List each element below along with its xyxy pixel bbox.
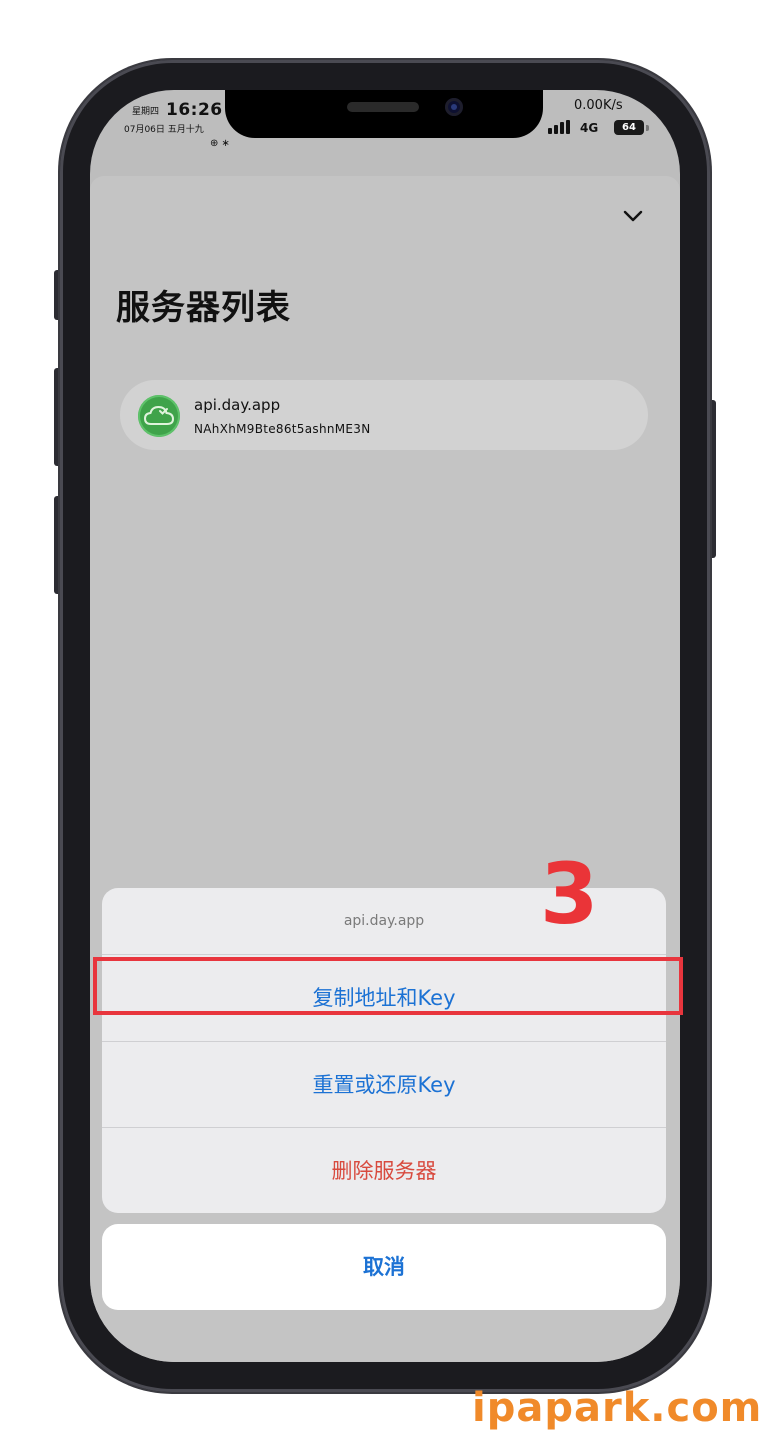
step-number: 3	[540, 845, 599, 943]
server-list-item[interactable]: api.day.app NAhXhM9Bte86t5ashnME3N	[120, 380, 648, 450]
status-icons: ⊕ ∗	[210, 138, 230, 149]
page-title: 服务器列表	[116, 288, 291, 328]
battery-level: 64	[622, 122, 636, 133]
network-speed: 0.00K/s	[574, 98, 623, 113]
status-date: 07月06日 五月十九	[124, 125, 204, 135]
server-avatar	[138, 395, 180, 437]
battery-icon: 64	[614, 120, 644, 135]
cancel-button[interactable]: 取消	[102, 1224, 666, 1310]
status-time: 16:26	[166, 100, 223, 120]
network-type: 4G	[580, 121, 599, 135]
watermark: ipapark.com	[472, 1385, 763, 1431]
server-host: api.day.app	[194, 396, 281, 414]
speaker-grille	[347, 102, 419, 112]
reset-key-button[interactable]: 重置或还原Key	[102, 1042, 666, 1128]
server-list-sheet: 服务器列表 api.day.app NAhXhM9Bte86t5ashnME3N…	[90, 176, 680, 1362]
battery-tip	[646, 125, 649, 131]
front-camera-icon	[445, 98, 463, 116]
delete-server-button[interactable]: 删除服务器	[102, 1128, 666, 1213]
cloud-check-icon	[143, 405, 175, 425]
copy-address-key-button[interactable]: 复制地址和Key	[102, 955, 666, 1041]
chevron-down-icon[interactable]	[622, 206, 644, 228]
server-key: NAhXhM9Bte86t5ashnME3N	[194, 422, 371, 436]
status-weekday: 星期四	[132, 107, 160, 117]
notch	[225, 90, 543, 138]
signal-strength-icon	[548, 120, 574, 134]
phone-screen: 星期四 16:26 07月06日 五月十九 ⊕ ∗ 0.00K/s 4G 64 …	[90, 90, 680, 1362]
